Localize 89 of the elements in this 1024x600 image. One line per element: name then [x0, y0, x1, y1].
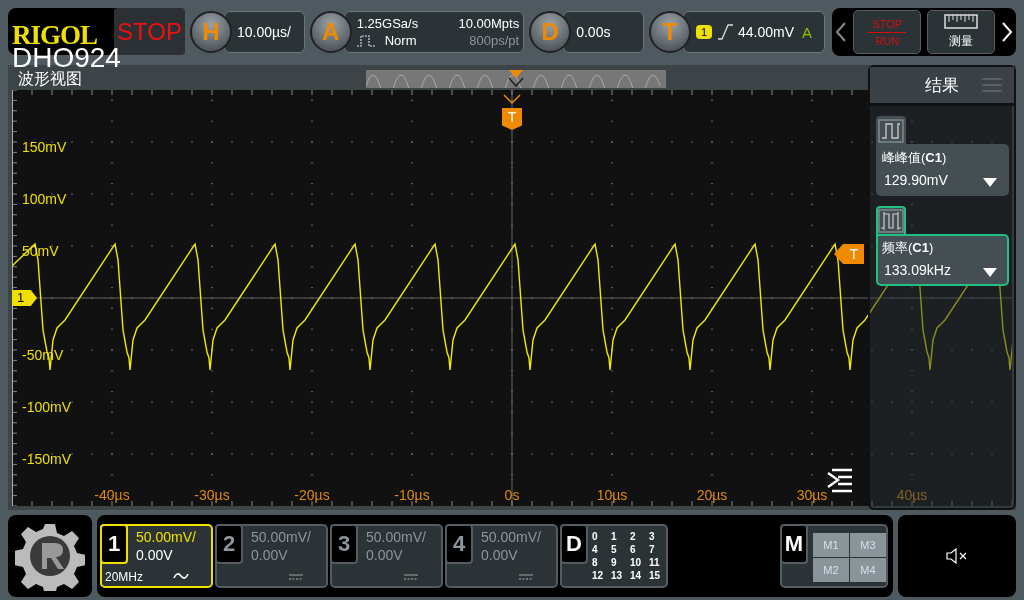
voltage-label: 150mV: [22, 139, 67, 155]
ruler-icon: [944, 14, 979, 30]
channel-scale: 50.00mV/: [481, 529, 541, 545]
channel-card[interactable]: 1 50.00mV/ 0.00V 20MHz: [100, 524, 213, 588]
channel-card[interactable]: 3 50.00mV/ 0.00V: [330, 524, 443, 588]
time-label: -20µs: [294, 487, 330, 503]
digital-channel-number: 0: [592, 530, 599, 543]
sample-rate: 1.25GSa/s: [356, 16, 419, 31]
bandwidth-limit: 20MHz: [105, 570, 143, 584]
voltage-label: -150mV: [22, 451, 72, 467]
dropdown-icon[interactable]: [983, 177, 997, 187]
muted-speaker-icon[interactable]: [946, 548, 968, 564]
measure-button[interactable]: 测量: [927, 10, 996, 54]
digital-channel-number: 12: [592, 569, 605, 582]
delay-panel[interactable]: 0.00s: [563, 11, 644, 53]
channel-card[interactable]: 4 50.00mV/ 0.00V: [445, 524, 558, 588]
voltage-label: -100mV: [22, 399, 72, 415]
right-chevron-icon[interactable]: [1001, 21, 1013, 43]
sample-resolution: 800ps/pt: [469, 33, 520, 48]
channel-offset: 0.00V: [251, 547, 289, 563]
measurement-value: 129.90mV: [883, 172, 948, 188]
left-chevron-icon[interactable]: [835, 21, 848, 43]
results-title: 结果: [925, 74, 959, 97]
digital-channel-number: 3: [649, 530, 656, 543]
digital-channel-number: 10: [630, 556, 643, 569]
pulse-icon: [878, 119, 904, 143]
digital-channel-number: 8: [592, 556, 599, 569]
rising-edge-icon: [716, 23, 735, 41]
time-label: -40µs: [94, 487, 130, 503]
time-label: 20µs: [696, 487, 728, 503]
channel-offset: 0.00V: [136, 547, 174, 563]
digital-channel-number: 14: [630, 569, 643, 582]
gear-logo-icon[interactable]: [15, 521, 85, 591]
dc-coupling-icon: [288, 573, 304, 581]
horizontal-panel[interactable]: 10.00µs/: [224, 11, 305, 53]
acquire-panel[interactable]: 1.25GSa/s Norm 10.00Mpts 800ps/pt: [343, 11, 525, 53]
digital-letter: D: [560, 524, 588, 564]
measurement-tab[interactable]: [876, 116, 906, 144]
memory-depth: 10.00Mpts: [458, 16, 520, 31]
digital-card[interactable]: D 0 1 2 3 4 5 6 7 8 9 10 11 12 13 14 15: [560, 524, 668, 588]
trigger-source-badge: 1: [695, 25, 713, 39]
digital-channel-number: 2: [630, 530, 637, 543]
time-label: 30µs: [796, 487, 828, 503]
time-label: -10µs: [394, 487, 430, 503]
dropdown-icon[interactable]: [983, 267, 997, 277]
math-letter: M: [780, 524, 808, 564]
trigger-panel[interactable]: 1 44.00mV A: [682, 11, 826, 53]
timebase-value: 10.00µs/: [237, 24, 291, 40]
channel-scale: 50.00mV/: [366, 529, 426, 545]
digital-channel-number: 13: [611, 569, 624, 582]
voltage-label: 100mV: [22, 191, 67, 207]
view-title: 波形视图: [17, 69, 82, 89]
chevron-icon: [502, 93, 522, 105]
channel-card[interactable]: 2 50.00mV/ 0.00V: [215, 524, 328, 588]
digital-channel-number: 5: [611, 543, 618, 556]
ac-coupling-icon: [173, 571, 189, 581]
digital-channel-number: 1: [611, 530, 618, 543]
digital-channel-number: 7: [649, 543, 656, 556]
trigger-position-icon: [508, 70, 524, 90]
dc-coupling-icon: [403, 573, 419, 581]
period-pulse-icon: [878, 209, 904, 233]
trigger-sweep: A: [802, 23, 813, 41]
time-label: 40µs: [896, 487, 928, 503]
channel-number: 1: [100, 524, 128, 564]
channel-scale: 50.00mV/: [251, 529, 311, 545]
time-label: 10µs: [596, 487, 628, 503]
digital-channel-number: 9: [611, 556, 618, 569]
trigger-level: 44.00mV: [738, 24, 795, 40]
measurement-name: 峰峰值(C1): [882, 149, 948, 167]
digital-channel-number: 15: [649, 569, 662, 582]
channel-offset: 0.00V: [481, 547, 519, 563]
measurement-value: 133.09kHz: [883, 262, 951, 278]
time-label: -30µs: [194, 487, 230, 503]
channel-number: 4: [445, 524, 473, 564]
measurement-card[interactable]: 峰峰值(C1) 129.90mV: [876, 144, 1009, 196]
digital-channel-number: 4: [592, 543, 599, 556]
channel-number: 2: [215, 524, 243, 564]
dc-coupling-icon: [518, 573, 534, 581]
channel-scale: 50.00mV/: [136, 529, 196, 545]
digital-channel-number: 11: [649, 556, 661, 569]
channel-offset: 0.00V: [366, 547, 404, 563]
measurement-tab[interactable]: [876, 206, 906, 234]
delay-value: 0.00s: [576, 24, 611, 40]
time-label: 0s: [504, 487, 520, 503]
acquire-mode: Norm: [384, 33, 417, 48]
digital-channel-number: 6: [630, 543, 637, 556]
measurement-name: 频率(C1): [882, 239, 935, 257]
measurement-card[interactable]: 频率(C1) 133.09kHz: [876, 234, 1009, 286]
channel-number: 3: [330, 524, 358, 564]
